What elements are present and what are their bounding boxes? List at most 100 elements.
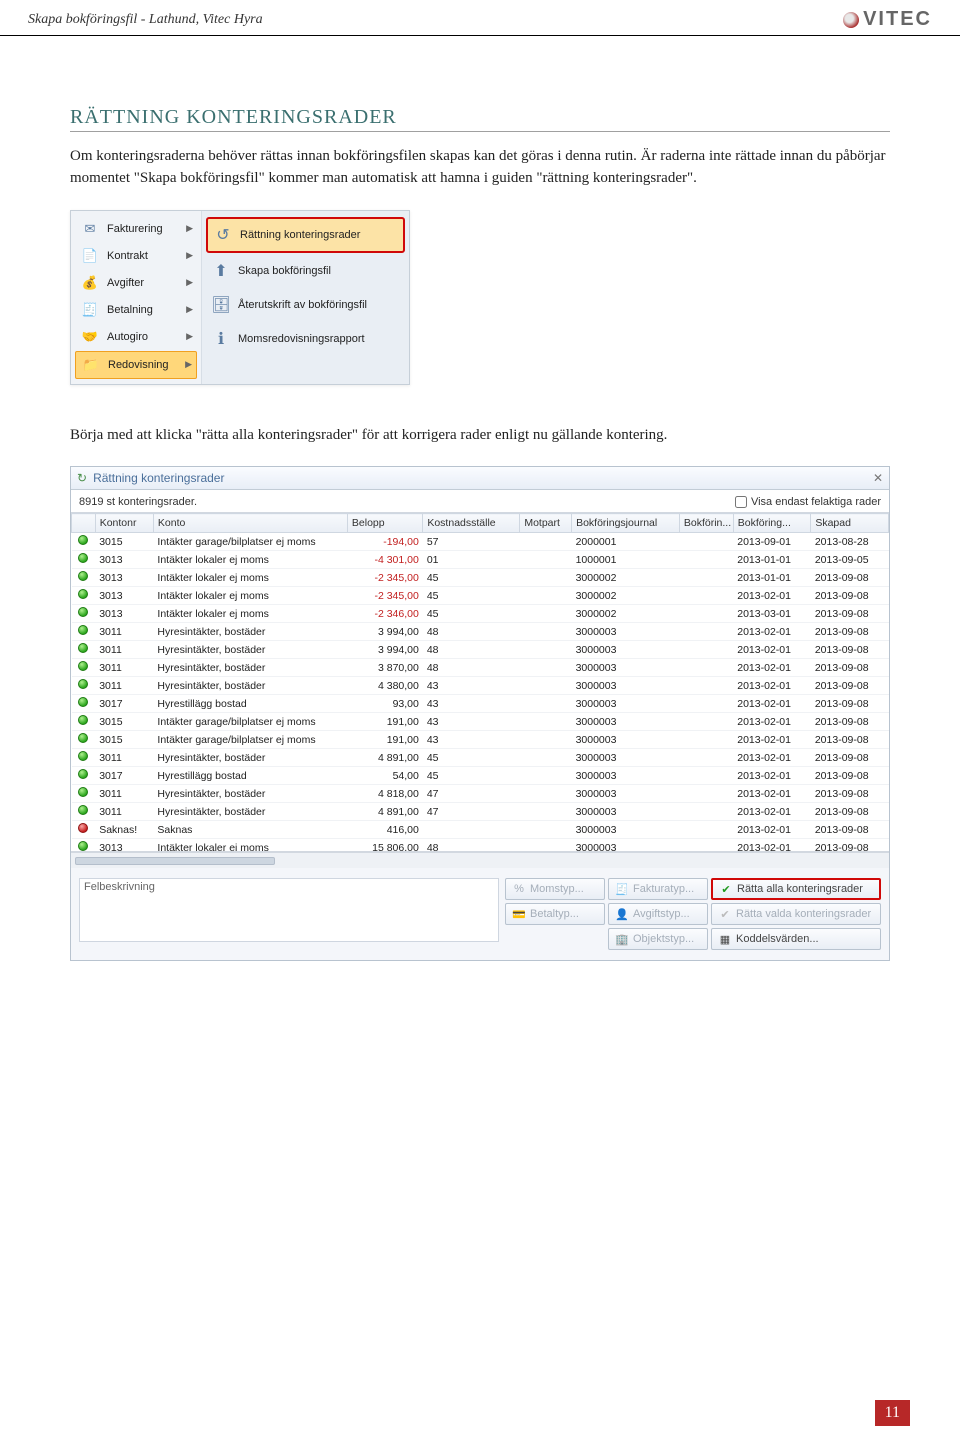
felbeskrivning-box: Felbeskrivning	[79, 878, 499, 942]
avgiftstyp-label: Avgiftstyp...	[633, 908, 690, 920]
menu-screenshot: ✉Fakturering▶📄Kontrakt▶💰Avgifter▶🧾Betaln…	[70, 210, 410, 385]
vitec-logo-text: VITEC	[863, 8, 932, 31]
body-paragraph-2: Börja med att klicka "rätta alla konteri…	[70, 425, 890, 447]
grid-column-header[interactable]: Belopp	[347, 514, 422, 533]
row-count-label: 8919 st konteringsrader.	[79, 496, 197, 508]
sidebar-item-label: Betalning	[107, 304, 153, 316]
ratta-alla-button[interactable]: ✔Rätta alla konteringsrader	[711, 878, 881, 900]
sidebar-item-betalning[interactable]: 🧾 Betalning ▶	[75, 297, 197, 323]
ratta-valda-button[interactable]: ✔Rätta valda konteringsrader	[711, 903, 881, 925]
table-row[interactable]: 3017Hyrestillägg bostad93,00433000003201…	[72, 695, 889, 713]
person-icon: 👤	[615, 907, 629, 921]
table-row[interactable]: 3013Intäkter lokaler ej moms-2 345,00453…	[72, 569, 889, 587]
count-bar: 8919 st konteringsrader. Visa endast fel…	[71, 490, 889, 512]
vitec-logo: VITEC	[843, 8, 932, 31]
grid-column-header[interactable]: Konto	[153, 514, 347, 533]
chevron-right-icon: ▶	[186, 304, 193, 315]
close-icon[interactable]: ✕	[873, 471, 883, 485]
status-dot-icon	[78, 571, 88, 581]
submenu-item[interactable]: ↺Rättning konteringsrader	[206, 217, 405, 253]
sidebar-item-avgifter[interactable]: 💰 Avgifter ▶	[75, 270, 197, 296]
table-row[interactable]: 3013Intäkter lokaler ej moms15 806,00483…	[72, 839, 889, 853]
window-title: Rättning konteringsrader	[93, 471, 224, 485]
momstyp-button[interactable]: %Momstyp...	[505, 878, 605, 900]
sidebar-item-icon: 💰	[79, 274, 101, 292]
only-errors-input[interactable]	[735, 496, 747, 508]
status-dot-icon	[78, 625, 88, 635]
table-row[interactable]: 3015Intäkter garage/bilplatser ej moms-1…	[72, 533, 889, 551]
grid-column-header[interactable]: Kostnadsställe	[423, 514, 520, 533]
only-errors-label: Visa endast felaktiga rader	[751, 496, 881, 508]
grid-column-header[interactable]	[72, 514, 96, 533]
window-titlebar: ↻ Rättning konteringsrader ✕	[71, 467, 889, 490]
table-row[interactable]: 3013Intäkter lokaler ej moms-2 346,00453…	[72, 605, 889, 623]
chevron-right-icon: ▶	[186, 331, 193, 342]
submenu-item[interactable]: ⬆Skapa bokföringsfil	[206, 255, 405, 287]
sidebar-item-kontrakt[interactable]: 📄Kontrakt▶	[75, 243, 197, 269]
objektstyp-button[interactable]: 🏢Objektstyp...	[608, 928, 708, 950]
status-dot-icon	[78, 823, 88, 833]
sidebar-item-label: Redovisning	[108, 359, 169, 371]
invoice-icon: 🧾	[615, 882, 629, 896]
grid-column-header[interactable]: Bokföringsjournal	[572, 514, 680, 533]
grid-column-header[interactable]: Skapad	[811, 514, 889, 533]
sidebar-item-label: Fakturering	[107, 223, 163, 235]
card-icon: 💳	[512, 907, 526, 921]
only-errors-checkbox[interactable]: Visa endast felaktiga rader	[735, 496, 881, 508]
table-row[interactable]: Saknas!Saknas416,0030000032013-02-012013…	[72, 821, 889, 839]
section-heading: RÄTTNING KONTERINGSRADER	[70, 106, 890, 132]
submenu-item[interactable]: ℹMomsredovisningsrapport	[206, 323, 405, 355]
status-dot-icon	[78, 733, 88, 743]
sidebar-item-redovisning[interactable]: 📁 Redovisning ▶	[75, 351, 197, 379]
submenu-item[interactable]: 🗄Återutskrift av bokföringsfil	[206, 289, 405, 321]
chevron-right-icon: ▶	[186, 223, 193, 234]
table-row[interactable]: 3017Hyrestillägg bostad54,00453000003201…	[72, 767, 889, 785]
status-dot-icon	[78, 787, 88, 797]
status-dot-icon	[78, 697, 88, 707]
fakturatyp-button[interactable]: 🧾 Fakturatyp...	[608, 878, 708, 900]
fakturatyp-label: Fakturatyp...	[633, 883, 694, 895]
table-row[interactable]: 3011Hyresintäkter, bostäder4 891,0047300…	[72, 803, 889, 821]
betaltyp-button[interactable]: 💳 Betaltyp...	[505, 903, 605, 925]
grid-column-header[interactable]: Bokföring...	[733, 514, 811, 533]
table-row[interactable]: 3013Intäkter lokaler ej moms-4 301,00011…	[72, 551, 889, 569]
konterings-grid[interactable]: KontonrKontoBeloppKostnadsställeMotpartB…	[71, 513, 889, 852]
sidebar-item-autogiro[interactable]: 🤝Autogiro▶	[75, 324, 197, 350]
table-row[interactable]: 3011Hyresintäkter, bostäder3 994,0048300…	[72, 641, 889, 659]
sidebar-item-icon: 📁	[80, 356, 102, 374]
avgiftstyp-button[interactable]: 👤 Avgiftstyp...	[608, 903, 708, 925]
koddels-button[interactable]: ▦Koddelsvärden...	[711, 928, 881, 950]
table-row[interactable]: 3011Hyresintäkter, bostäder4 818,0047300…	[72, 785, 889, 803]
grid-icon: ▦	[718, 932, 732, 946]
table-row[interactable]: 3011Hyresintäkter, bostäder4 380,0043300…	[72, 677, 889, 695]
table-row[interactable]: 3015Intäkter garage/bilplatser ej moms19…	[72, 731, 889, 749]
table-row[interactable]: 3013Intäkter lokaler ej moms-2 345,00453…	[72, 587, 889, 605]
table-row[interactable]: 3015Intäkter garage/bilplatser ej moms19…	[72, 713, 889, 731]
scrollbar-thumb[interactable]	[75, 857, 275, 865]
sidebar-item-label: Avgifter	[107, 277, 144, 289]
sidebar-item-icon: 🧾	[79, 301, 101, 319]
chevron-right-icon: ▶	[186, 250, 193, 261]
sidebar-item-label: Autogiro	[107, 331, 148, 343]
grid-column-header[interactable]: Bokförin...	[679, 514, 733, 533]
betaltyp-label: Betaltyp...	[530, 908, 579, 920]
table-row[interactable]: 3011Hyresintäkter, bostäder3 870,0048300…	[72, 659, 889, 677]
status-dot-icon	[78, 679, 88, 689]
momstyp-label: Momstyp...	[530, 883, 584, 895]
grid-column-header[interactable]: Motpart	[520, 514, 572, 533]
ratta-valda-label: Rätta valda konteringsrader	[736, 908, 871, 920]
rattning-window: ↻ Rättning konteringsrader ✕ 8919 st kon…	[70, 466, 890, 961]
chevron-right-icon: ▶	[186, 277, 193, 288]
status-dot-icon	[78, 715, 88, 725]
chevron-right-icon: ▶	[185, 359, 192, 370]
grid-wrapper: KontonrKontoBeloppKostnadsställeMotpartB…	[71, 512, 889, 852]
sidebar-item-fakturering[interactable]: ✉Fakturering▶	[75, 216, 197, 242]
table-row[interactable]: 3011Hyresintäkter, bostäder3 994,0048300…	[72, 623, 889, 641]
submenu-item-label: Momsredovisningsrapport	[238, 333, 365, 345]
grid-column-header[interactable]: Kontonr	[95, 514, 153, 533]
horizontal-scrollbar[interactable]	[71, 852, 889, 868]
objektstyp-label: Objektstyp...	[633, 933, 694, 945]
status-dot-icon	[78, 553, 88, 563]
submenu-item-label: Återutskrift av bokföringsfil	[238, 299, 367, 311]
table-row[interactable]: 3011Hyresintäkter, bostäder4 891,0045300…	[72, 749, 889, 767]
